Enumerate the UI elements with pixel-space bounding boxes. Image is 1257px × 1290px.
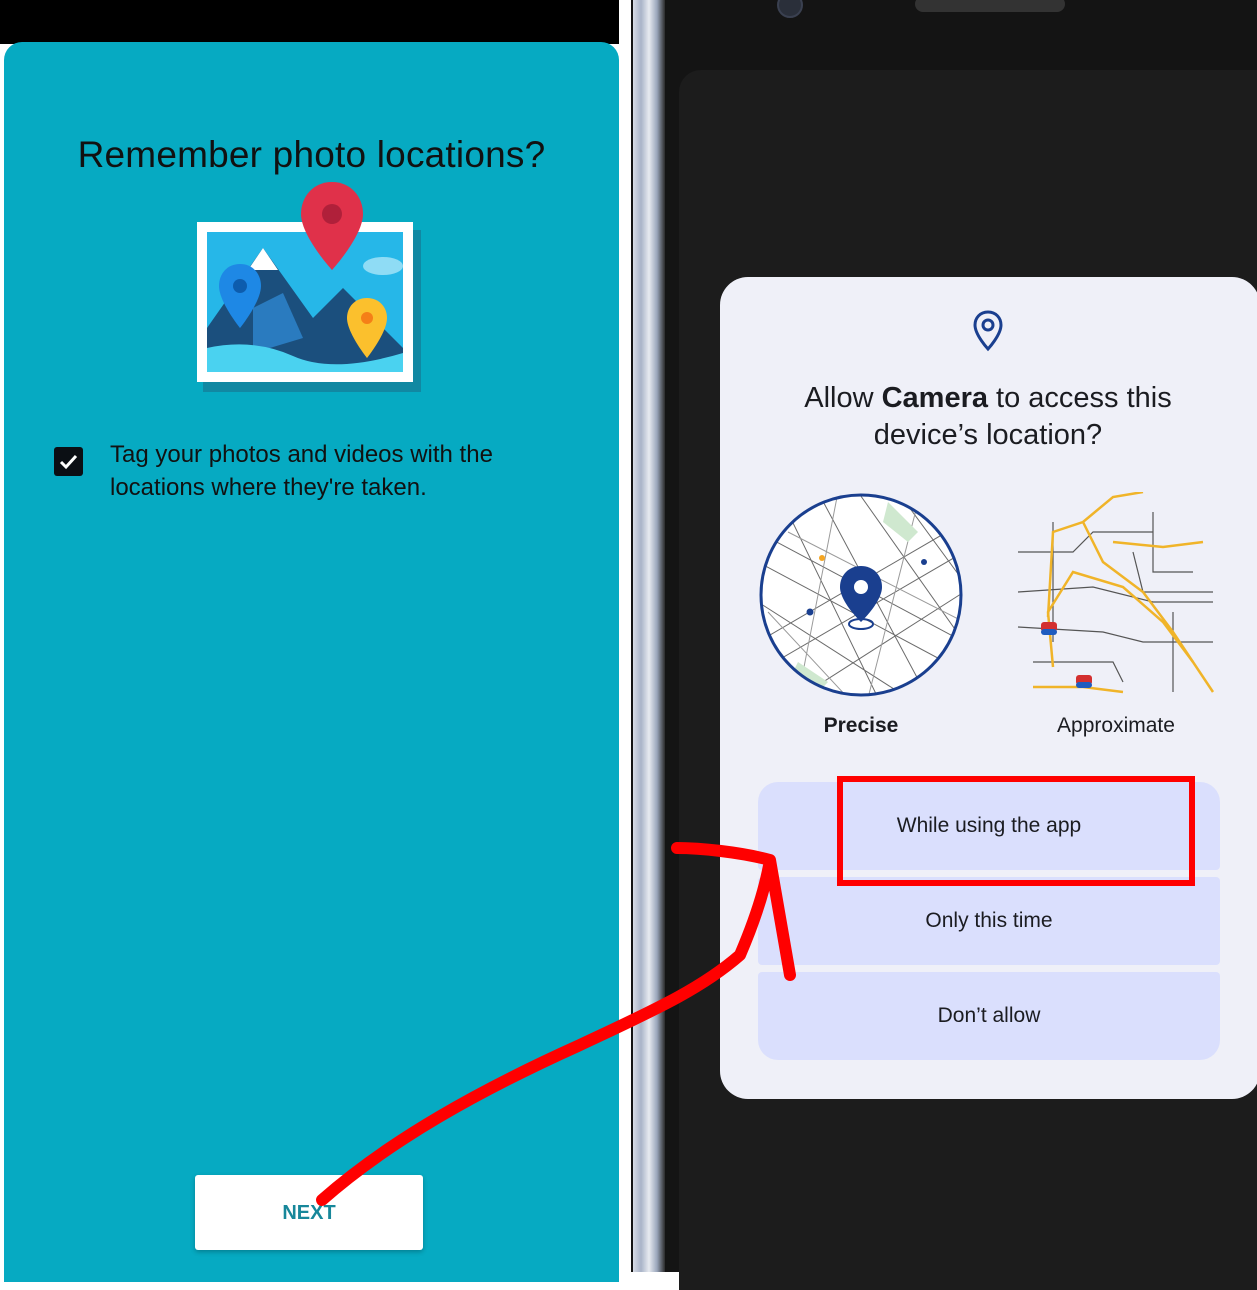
dont-allow-button[interactable]: Don’t allow [758,972,1220,1060]
next-button[interactable]: NEXT [195,1175,423,1250]
location-pin-icon [973,310,1003,352]
approximate-location-map-icon[interactable] [1013,492,1219,698]
phone-frame-edge [633,0,665,1272]
photo-location-illustration-icon [197,182,421,392]
approximate-label[interactable]: Approximate [1006,714,1226,738]
status-bar-left [0,0,630,44]
phone-speaker [915,0,1065,12]
check-icon [59,454,78,470]
tag-description: Tag your photos and videos with the loca… [110,441,493,501]
only-this-time-button[interactable]: Only this time [758,877,1220,965]
while-using-app-button[interactable]: While using the app [758,782,1220,870]
precise-label[interactable]: Precise [751,714,971,738]
precise-location-map-icon[interactable] [758,492,964,698]
page-title: Remember photo locations? [77,134,546,175]
tag-location-checkbox[interactable] [54,447,83,476]
divider [619,0,631,1272]
dialog-title: Allow Camera to access this device’s loc… [804,382,1172,451]
